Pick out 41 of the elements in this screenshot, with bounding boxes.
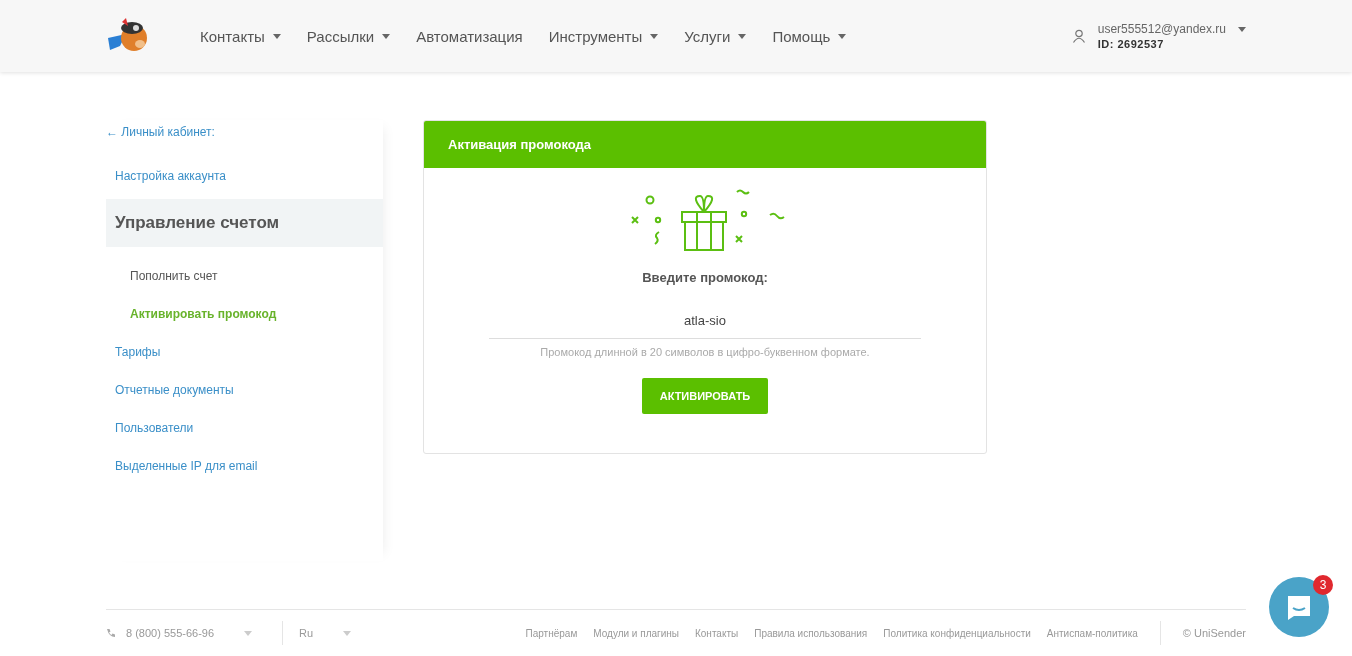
nav-menu-item[interactable]: Помощь: [772, 27, 847, 45]
copyright: © UniSender: [1182, 627, 1246, 639]
sidebar-item[interactable]: Настройка аккаунта: [106, 157, 383, 195]
sidebar-subitem[interactable]: Пополнить счет: [106, 257, 383, 295]
footer-link[interactable]: Контакты: [695, 627, 739, 639]
phone-icon: [106, 628, 116, 638]
activate-button[interactable]: АКТИВИРОВАТЬ: [641, 378, 769, 414]
card-title: Активация промокода: [448, 137, 592, 152]
footer-link[interactable]: Политика конфиденциальности: [883, 627, 1031, 639]
caret-icon: [272, 33, 281, 39]
caret-icon: [738, 33, 747, 39]
sidebar-item[interactable]: Тарифы: [106, 333, 383, 371]
footer-link[interactable]: Модули и плагины: [593, 627, 679, 639]
sidebar-item[interactable]: Управление счетом: [106, 199, 383, 247]
user-icon: [1071, 29, 1086, 43]
footer-link[interactable]: Антиспам-политика: [1046, 627, 1138, 639]
footer-link[interactable]: Партнёрам: [525, 627, 578, 639]
nav-menu-item[interactable]: Автоматизация: [416, 27, 523, 45]
language-select[interactable]: Ru: [299, 627, 314, 639]
back-link[interactable]: ← Личный кабинет:: [106, 120, 383, 157]
nav-menu-item[interactable]: Контакты: [200, 27, 281, 45]
notification-badge: 3: [1313, 575, 1333, 595]
promo-prompt: Введите промокод:: [642, 270, 768, 285]
sidebar-item[interactable]: Отчетные документы: [106, 371, 383, 409]
caret-icon: [382, 33, 391, 39]
user-id: ID: 2692537: [1097, 38, 1165, 50]
nav-menu-item[interactable]: Услуги: [684, 27, 747, 45]
sidebar-item[interactable]: Выделенные IP для email: [106, 447, 383, 485]
user-email[interactable]: user555512@yandex.ru: [1097, 22, 1226, 36]
footer-link[interactable]: Правила использования: [754, 627, 868, 639]
chat-icon: [1286, 594, 1312, 620]
nav-menu-item[interactable]: Рассылки: [306, 27, 391, 45]
caret-icon: [650, 33, 659, 39]
sidebar-subitem[interactable]: Активировать промокод: [106, 295, 383, 333]
caret-icon[interactable]: [1238, 26, 1246, 32]
promo-code-input[interactable]: atla-sio: [489, 303, 921, 339]
phone-number: 8 (800) 555-66-96: [126, 627, 215, 639]
nav-menu-item[interactable]: Инструменты: [548, 27, 659, 45]
caret-icon: [838, 33, 847, 39]
sidebar-item[interactable]: Пользователи: [106, 409, 383, 447]
input-hint: Промокод длинной в 20 символов в цифро-буквенном формате.: [540, 346, 870, 358]
